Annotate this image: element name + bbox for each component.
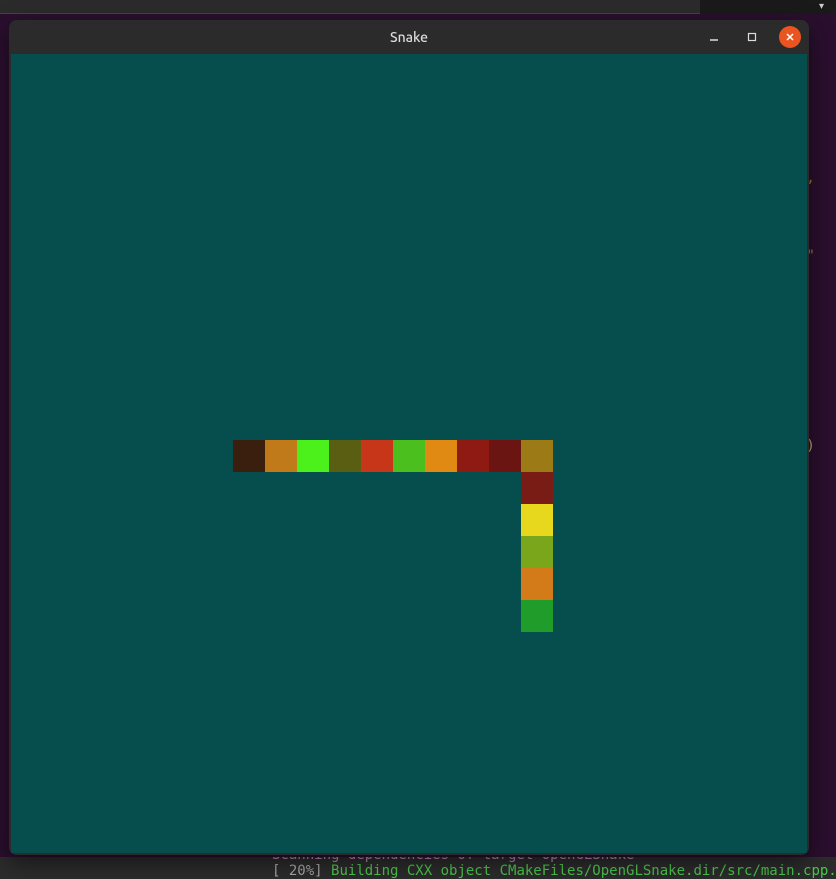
snake-segment: [521, 472, 553, 504]
terminal-line: [ 20%] Building CXX object CMakeFiles/Op…: [272, 863, 836, 879]
snake-segment: [521, 600, 553, 632]
window-title: Snake: [9, 29, 809, 45]
snake-segment: [521, 536, 553, 568]
snake-segment: [521, 504, 553, 536]
snake-segment: [361, 440, 393, 472]
window-controls: [703, 26, 801, 48]
maximize-icon: [747, 32, 757, 42]
close-button[interactable]: [779, 26, 801, 48]
snake-segment: [393, 440, 425, 472]
terminal-output: Scanning dependencies of target OpenGLSn…: [0, 857, 836, 879]
snake-segment: [297, 440, 329, 472]
system-tray: ▾: [819, 0, 824, 12]
close-icon: [785, 32, 795, 42]
background-window-titlebar: [0, 0, 700, 14]
minimize-icon: [709, 32, 719, 42]
snake-segment: [457, 440, 489, 472]
terminal-bracket: ]: [314, 863, 331, 879]
terminal-percent: 20%: [289, 863, 314, 879]
terminal-bracket: [: [272, 863, 289, 879]
snake-segment: [329, 440, 361, 472]
snake-segment: [521, 440, 553, 472]
tray-icon: ▾: [819, 0, 824, 12]
terminal-build-text: Building CXX object CMakeFiles/OpenGLSna…: [331, 863, 836, 879]
snake-segment: [521, 568, 553, 600]
snake-segment: [489, 440, 521, 472]
snake-segment: [425, 440, 457, 472]
snake-segment: [265, 440, 297, 472]
maximize-button[interactable]: [741, 26, 763, 48]
window-titlebar[interactable]: Snake: [9, 20, 809, 54]
snake-game-window: Snake: [9, 20, 809, 855]
minimize-button[interactable]: [703, 26, 725, 48]
game-canvas[interactable]: [11, 54, 807, 853]
snake-segment: [233, 440, 265, 472]
